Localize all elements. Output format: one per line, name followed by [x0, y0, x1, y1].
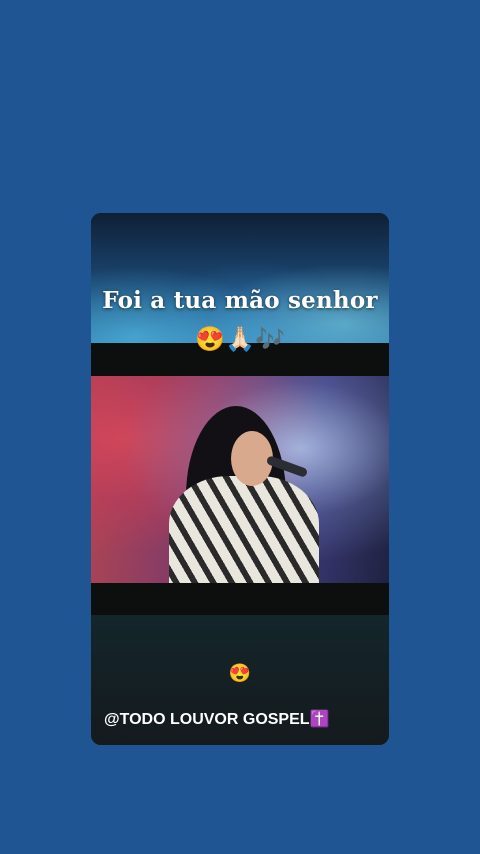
- stage-lights-image: [91, 213, 389, 343]
- heart-eyes-emoji: 😍: [228, 663, 252, 683]
- letterbox-bar-bottom: [91, 583, 389, 615]
- title-emojis: 😍🙏🏻🎶: [195, 326, 285, 353]
- story-title: Foi a tua mão senhor: [102, 287, 378, 314]
- singer-jacket: [169, 476, 319, 583]
- singer-photo: [91, 376, 389, 583]
- story-card[interactable]: Foi a tua mão senhor 😍🙏🏻🎶 😍 @TODO LOUVOR…: [91, 213, 389, 745]
- credit-text: @TODO LOUVOR GOSPEL✝️: [104, 711, 330, 728]
